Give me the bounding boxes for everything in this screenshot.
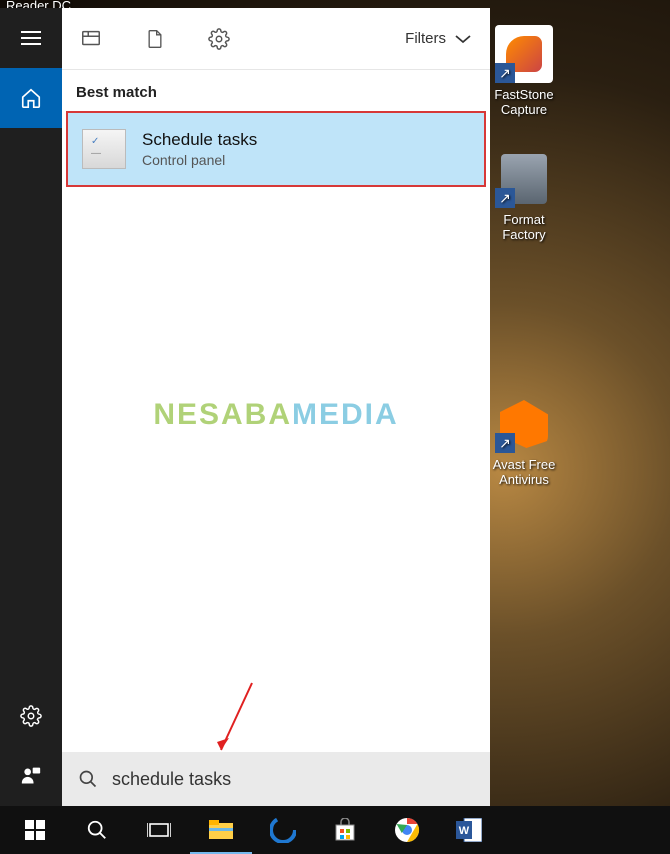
search-icon (78, 769, 98, 789)
taskbar-word[interactable]: W (438, 806, 500, 854)
shortcut-arrow-icon: ↗ (495, 188, 515, 208)
control-panel-icon (82, 129, 126, 169)
search-input[interactable] (112, 769, 474, 790)
shortcut-arrow-icon: ↗ (495, 433, 515, 453)
avast-icon: ↗ (495, 395, 553, 453)
home-button[interactable] (0, 68, 62, 128)
settings-filter-icon[interactable] (208, 28, 230, 50)
taskbar-file-explorer[interactable] (190, 806, 252, 854)
search-result-schedule-tasks[interactable]: Schedule tasks Control panel (66, 111, 486, 187)
formatfactory-icon: ↗ (495, 150, 553, 208)
apps-filter-icon[interactable] (80, 28, 102, 50)
desktop-icon-avast[interactable]: ↗ Avast Free Antivirus (480, 395, 568, 487)
search-results-panel: Filters Best match Schedule tasks Contro… (62, 8, 490, 806)
desktop-icon-formatfactory[interactable]: ↗ Format Factory (480, 150, 568, 242)
desktop-icon-label: Avast Free Antivirus (480, 457, 568, 487)
result-subtitle: Control panel (142, 152, 257, 168)
desktop-icon-faststone[interactable]: ↗ FastStone Capture (480, 25, 568, 117)
taskbar: W (0, 806, 670, 854)
faststone-icon: ↗ (495, 25, 553, 83)
best-match-heading: Best match (62, 70, 490, 111)
taskbar-search-button[interactable] (66, 806, 128, 854)
chevron-down-icon (454, 33, 472, 45)
documents-filter-icon[interactable] (144, 28, 166, 50)
taskbar-chrome[interactable] (376, 806, 438, 854)
settings-button[interactable] (0, 686, 62, 746)
annotation-arrow-icon (207, 678, 267, 768)
feedback-button[interactable] (0, 746, 62, 806)
watermark-text: NESABAMEDIA (153, 398, 398, 432)
start-button[interactable] (4, 806, 66, 854)
search-input-bar (62, 752, 490, 806)
desktop-icon-label: Format Factory (480, 212, 568, 242)
taskbar-edge[interactable] (252, 806, 314, 854)
svg-text:W: W (459, 825, 470, 837)
filters-label: Filters (405, 30, 446, 47)
task-view-button[interactable] (128, 806, 190, 854)
cortana-sidebar (0, 8, 62, 806)
shortcut-arrow-icon: ↗ (495, 63, 515, 83)
desktop-icon-label: FastStone Capture (480, 87, 568, 117)
hamburger-menu-button[interactable] (0, 8, 62, 68)
result-title: Schedule tasks (142, 130, 257, 150)
filters-dropdown[interactable]: Filters (405, 30, 472, 47)
taskbar-store[interactable] (314, 806, 376, 854)
search-panel-header: Filters (62, 8, 490, 70)
